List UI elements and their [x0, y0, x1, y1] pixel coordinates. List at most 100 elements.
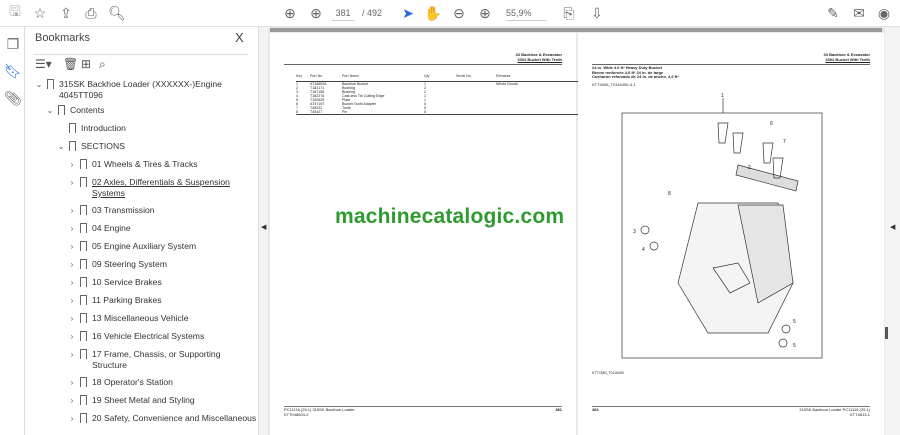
select-cursor-icon[interactable]: ➤ — [399, 4, 417, 22]
zoom-value: 55,9% — [506, 8, 532, 18]
expand-arrow-icon[interactable]: ◀ — [890, 223, 895, 231]
footer-text: 315SK Backhoe Loader PC11116 (25.1) — [799, 407, 870, 412]
account-icon[interactable]: ◉ — [875, 4, 893, 22]
panel-splitter[interactable]: ◀ — [258, 27, 268, 435]
options-menu-icon[interactable]: ☰▾ — [35, 57, 52, 71]
callout: 6 — [770, 121, 773, 127]
bookmark-icon — [80, 259, 87, 269]
bookmark-label: 03 Transmission — [92, 205, 155, 215]
bookmark-label: 20 Safety, Convenience and Miscellaneous — [92, 413, 257, 423]
page-right: 33 Backhoe & Excavator 3302 Bucket With T… — [578, 33, 884, 435]
table-cell: Part Name — [342, 74, 360, 78]
scroll-mode-icon[interactable]: ⇩ — [588, 4, 606, 22]
scroll-thumb[interactable] — [885, 327, 888, 339]
bucket-diagram: 1 2 3 4 5 6 7 8 5 — [621, 93, 823, 359]
bookmark-label: Structure — [92, 360, 127, 370]
header-line: 3302 Bucket With Teeth — [517, 57, 562, 62]
bookmark-label: 4045TT096 — [59, 90, 103, 100]
bookmark-icon — [80, 313, 87, 323]
page-footer: 382 315SK Backhoe Loader PC11116 (25.1) … — [592, 406, 870, 417]
chevron-right-icon[interactable]: › — [68, 159, 76, 170]
table-row: 8 T45427 Pin 5 — [296, 110, 588, 114]
bookmark-icon — [80, 413, 87, 423]
chevron-right-icon[interactable]: › — [68, 413, 76, 424]
next-page-icon[interactable]: ⊕ — [307, 4, 325, 22]
save-icon[interactable]: 🖫 — [6, 3, 24, 22]
bookmark-icon — [69, 141, 76, 151]
chevron-right-icon[interactable]: › — [68, 223, 76, 234]
bookmark-icon — [47, 79, 54, 89]
chevron-right-icon[interactable]: › — [68, 349, 76, 360]
chevron-right-icon[interactable]: › — [68, 295, 76, 306]
chevron-right-icon[interactable]: › — [68, 205, 76, 216]
chevron-down-icon[interactable]: ⌄ — [46, 105, 54, 116]
chevron-right-icon[interactable]: › — [68, 241, 76, 252]
bookmark-label: 16 Vehicle Electrical Systems — [92, 331, 205, 341]
bookmark-icon — [80, 241, 87, 251]
zoom-level-select[interactable]: 55,9% ▾ — [506, 5, 546, 34]
attachments-icon[interactable]: 📎︎ — [4, 89, 22, 107]
bookmark-icon — [80, 295, 87, 305]
close-panel-button[interactable]: X — [235, 30, 244, 45]
bookmark-label: SECTIONS — [81, 141, 125, 151]
bookmark-icon — [58, 105, 65, 115]
page-header: 33 Backhoe & Excavator 3302 Bucket With T… — [516, 52, 562, 62]
chevron-right-icon[interactable]: › — [68, 395, 76, 406]
upload-cloud-icon[interactable]: ⇪ — [57, 4, 75, 22]
sign-icon[interactable]: ✎ — [824, 4, 842, 22]
hand-tool-icon[interactable]: ✋ — [424, 4, 442, 22]
table-cell: Qty — [424, 74, 430, 78]
chevron-right-icon[interactable]: › — [68, 259, 76, 270]
bookmark-label: 02 Axles, Differentials & Suspension — [92, 177, 230, 187]
bookmarks-icon[interactable]: 🔖︎ — [4, 62, 22, 80]
bookmark-icon — [80, 331, 87, 341]
callout: 1 — [721, 93, 724, 99]
prev-page-icon[interactable]: ⊕ — [281, 4, 299, 22]
print-icon[interactable]: ⎙ — [82, 4, 100, 22]
bookmark-label: 18 Operator's Station — [92, 377, 173, 387]
table-cell: Part No. — [310, 74, 324, 78]
bookmark-label: Introduction — [81, 123, 126, 133]
callout: 8 — [668, 191, 671, 197]
bookmark-label: 11 Parking Brakes — [92, 295, 162, 305]
document-view: 33 Backhoe & Excavator 3302 Bucket With T… — [268, 27, 885, 435]
bookmark-icon — [80, 205, 87, 215]
figure-ref: KTT7480_T0116400 — [592, 371, 624, 375]
bookmark-star-icon[interactable]: ☆ — [31, 4, 49, 22]
pages-thumbnails-icon[interactable]: ❐ — [4, 35, 22, 53]
bookmark-label: Systems — [92, 188, 125, 198]
watermark: machinecatalogic.com — [335, 205, 565, 228]
bookmark-label: 315SK Backhoe Loader (XXXXXX-)Engine — [59, 79, 222, 89]
delete-icon[interactable]: 🗑︎ — [63, 57, 78, 71]
bookmark-label: 17 Frame, Chassis, or Supporting — [92, 349, 221, 359]
bookmark-label: 13 Miscellaneous Vehicle — [92, 313, 189, 323]
table-cell: Pin — [342, 110, 348, 114]
search-icon[interactable]: 🔍︎ — [108, 4, 126, 22]
page-fit-icon[interactable]: ⎘ — [560, 4, 578, 22]
chevron-right-icon[interactable]: › — [68, 277, 76, 288]
chevron-down-icon[interactable]: ⌄ — [35, 79, 43, 90]
document-scrollbar[interactable]: ◀ — [885, 27, 900, 435]
table-cell: Key — [296, 74, 303, 78]
chevron-right-icon[interactable]: › — [68, 331, 76, 342]
chevron-down-icon[interactable]: ⌄ — [57, 141, 65, 152]
chevron-right-icon[interactable]: › — [68, 313, 76, 324]
page-left: 33 Backhoe & Excavator 3302 Bucket With T… — [270, 33, 588, 435]
zoom-out-icon[interactable]: ⊖ — [450, 4, 468, 22]
zoom-in-icon[interactable]: ⊕ — [476, 4, 494, 22]
email-icon[interactable]: ✉ — [850, 4, 868, 22]
parts-table: Key Part No. Part Name Qty Serial No. Remarks… — [296, 74, 588, 115]
bookmark-label: 05 Engine Auxiliary System — [92, 241, 197, 251]
page-number-input[interactable]: 381 — [332, 5, 354, 21]
header-rule — [284, 64, 562, 65]
chevron-right-icon[interactable]: › — [68, 377, 76, 388]
table-cell — [456, 110, 496, 114]
new-bookmark-icon[interactable]: ⊞ — [81, 57, 91, 71]
chevron-right-icon[interactable]: › — [68, 177, 76, 188]
title-line: Cucharón reforzado de 24 in. de ancho, 4… — [592, 74, 679, 79]
table-cell: 8 — [296, 110, 298, 114]
find-bookmark-icon[interactable]: ⌕ — [99, 57, 106, 72]
bookmark-label: 01 Wheels & Tires & Tracks — [92, 159, 198, 169]
table-header: Key Part No. Part Name Qty Serial No. Remarks — [296, 74, 588, 78]
collapse-arrow-icon[interactable]: ◀ — [261, 223, 266, 231]
